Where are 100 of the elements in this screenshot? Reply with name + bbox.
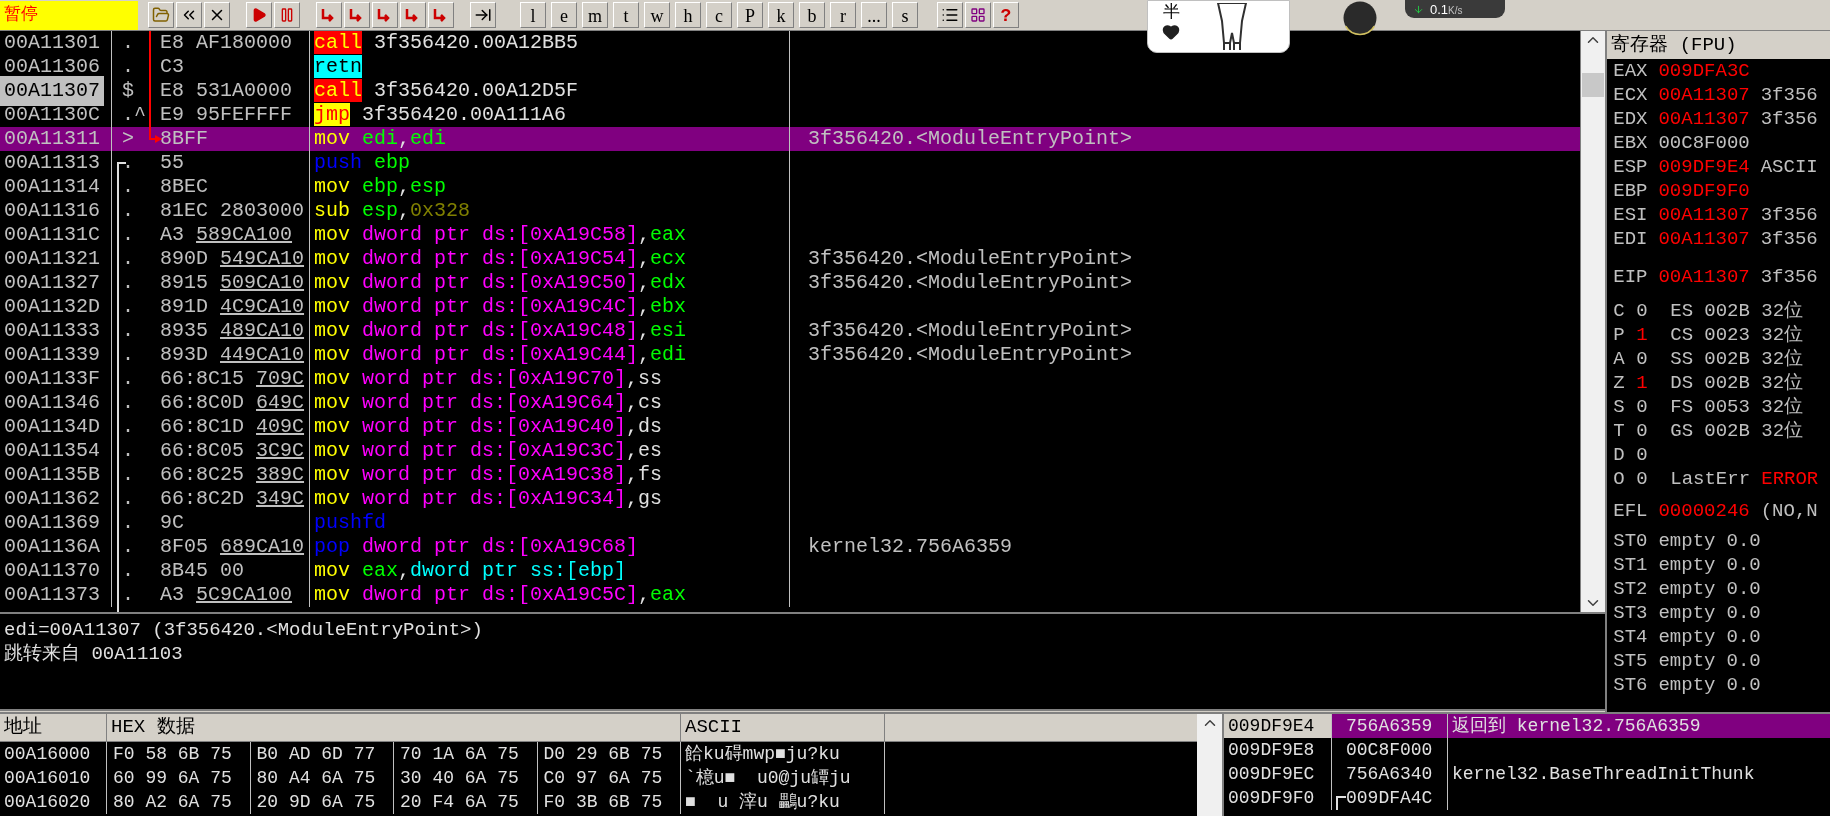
toolbar-button[interactable] xyxy=(470,2,496,28)
window-button[interactable]: m xyxy=(582,2,608,28)
segment-bits: 32位 xyxy=(1761,298,1804,324)
segment-value: 002B xyxy=(1704,298,1751,324)
address-cell-text: 00A11362 xyxy=(3,486,101,512)
fpu-register-name: ST0 xyxy=(1613,528,1648,554)
fpu-value: 0.0 xyxy=(1726,552,1761,578)
toolbar-button[interactable] xyxy=(204,2,230,28)
hex-bytes: 8F05 689CA10 xyxy=(160,534,305,560)
marker-symbol: . xyxy=(122,390,134,416)
instruction: mov dword ptr ds:[0xA19C48],esi xyxy=(314,318,687,344)
marker-symbol: . xyxy=(122,318,134,344)
hex-bytes: E8 AF180000 xyxy=(160,31,293,56)
segment-name: GS xyxy=(1670,418,1695,444)
hex-bytes: 55 xyxy=(160,150,184,176)
segment-name: DS xyxy=(1670,370,1695,396)
instruction: mov word ptr ds:[0xA19C3C],es xyxy=(314,438,663,464)
hex-group: 20 9D 6A 75 xyxy=(250,790,394,814)
code-row[interactable]: 00A11311 > 8BFF mov edi,edi 3f356420.<ModuleEntryPoint> xyxy=(0,127,1581,151)
window-button[interactable]: w xyxy=(644,2,670,28)
toolbar-button[interactable] xyxy=(965,2,991,28)
address-cell-text: 00A1134D xyxy=(3,414,101,440)
hex-group: 30 40 6A 75 xyxy=(394,766,538,790)
toolbar-button[interactable] xyxy=(937,2,963,28)
segment-value: 0053 xyxy=(1704,394,1751,420)
stack-comment: kernel32.BaseThreadInitThunk xyxy=(1451,762,1755,786)
sticker-widget[interactable]: 半 xyxy=(1147,0,1290,53)
window-button[interactable]: r xyxy=(830,2,856,28)
window-button[interactable]: b xyxy=(799,2,825,28)
marker-symbol: . xyxy=(122,222,134,248)
register-value[interactable]: 00000246 xyxy=(1658,496,1750,526)
column-header[interactable]: 地址 xyxy=(0,714,107,741)
help-button[interactable]: ? xyxy=(993,2,1019,28)
marker-symbol: . xyxy=(122,558,134,584)
fpu-register-name: ST2 xyxy=(1613,576,1648,602)
instruction: pop dword ptr ds:[0xA19C68] xyxy=(314,534,639,560)
stack-row[interactable]: 009DF9E4 756A6359 返回到 kernel32.756A6359 xyxy=(1224,714,1830,738)
address-cell-text: 00A11354 xyxy=(3,438,101,464)
hex-group: 70 1A 6A 75 xyxy=(394,742,538,766)
window-button[interactable]: s xyxy=(892,2,918,28)
stack-value: 00C8F000 xyxy=(1346,738,1433,762)
window-button[interactable]: k xyxy=(768,2,794,28)
column-header[interactable]: HEX 数据 xyxy=(107,714,681,741)
scrollbar-thumb[interactable] xyxy=(1582,73,1605,97)
flag-name: A xyxy=(1613,346,1626,372)
register-name: EAX xyxy=(1613,58,1648,84)
hex-bytes: 66:8C2D 349C xyxy=(160,486,305,512)
stack-comment: 返回到 kernel32.756A6359 xyxy=(1451,714,1701,738)
status-label: 暂停 xyxy=(0,0,138,30)
hex-bytes: C3 xyxy=(160,54,184,80)
register-name: EBX xyxy=(1613,130,1648,156)
toolbar-button[interactable] xyxy=(176,2,202,28)
window-button[interactable]: ... xyxy=(861,2,887,28)
register-name: EDX xyxy=(1613,106,1648,132)
register-name: EFL xyxy=(1613,498,1648,524)
instruction: call 3f356420.00A12D5F xyxy=(314,78,579,104)
flag-name: P xyxy=(1613,322,1626,348)
fpu-register-name: ST3 xyxy=(1613,600,1648,626)
window-button[interactable]: l xyxy=(520,2,546,28)
stack-address: 009DF9E4 xyxy=(1224,714,1332,738)
register-comment: 3f356 xyxy=(1760,82,1818,108)
window-button[interactable]: t xyxy=(613,2,639,28)
flag-name: T xyxy=(1613,418,1626,444)
register-comment: 3f356 xyxy=(1760,106,1818,132)
marker-symbol: . xyxy=(122,438,134,464)
column-header[interactable]: ASCII xyxy=(681,714,885,741)
register-value[interactable]: 00A11307 xyxy=(1658,262,1750,292)
scrollbar[interactable] xyxy=(1580,31,1606,612)
address-cell-text: 00A1135B xyxy=(3,462,101,488)
hex-bytes: 8BEC xyxy=(160,174,208,200)
marker-symbol: . xyxy=(122,486,134,512)
info-line: edi=00A11307 (3f356420.<ModuleEntryPoint>) xyxy=(4,618,484,640)
hex-bytes: 81EC 2803000 xyxy=(160,198,305,224)
segment-name: CS xyxy=(1670,322,1695,348)
marker-symbol: . xyxy=(122,294,134,320)
fpu-value: 0.0 xyxy=(1726,672,1761,698)
window-button[interactable]: h xyxy=(675,2,701,28)
address-cell-text: 00A11369 xyxy=(3,510,101,536)
window-button[interactable]: P xyxy=(737,2,763,28)
address-cell-text: 00A11373 xyxy=(3,582,101,608)
hex-bytes: 893D 449CA10 xyxy=(160,342,305,368)
hex-bytes: A3 5C9CA100 xyxy=(160,582,293,608)
fpu-value: 0.0 xyxy=(1726,600,1761,626)
last-error-value: ERROR xyxy=(1761,466,1819,492)
marker-symbol: . xyxy=(122,462,134,488)
arrow-to-line-icon xyxy=(474,6,492,24)
address-cell-text: 00A11346 xyxy=(3,390,101,416)
flag-name: O xyxy=(1613,466,1626,492)
sticker-text: 半 xyxy=(1162,3,1180,23)
instruction: mov word ptr ds:[0xA19C70],ss xyxy=(314,366,663,392)
window-button[interactable]: e xyxy=(551,2,577,28)
marker-symbol: . xyxy=(122,270,134,296)
address-cell-text: 00A11316 xyxy=(3,198,101,224)
window-button[interactable]: c xyxy=(706,2,732,28)
hex-bytes: 8935 489CA10 xyxy=(160,318,305,344)
register-comment: 3f356 xyxy=(1760,202,1818,228)
stack-value: 756A6359 xyxy=(1346,714,1433,738)
register-name: ESP xyxy=(1613,154,1648,180)
instruction: sub esp,0x328 xyxy=(314,198,471,224)
scrollbar[interactable] xyxy=(1197,714,1222,816)
